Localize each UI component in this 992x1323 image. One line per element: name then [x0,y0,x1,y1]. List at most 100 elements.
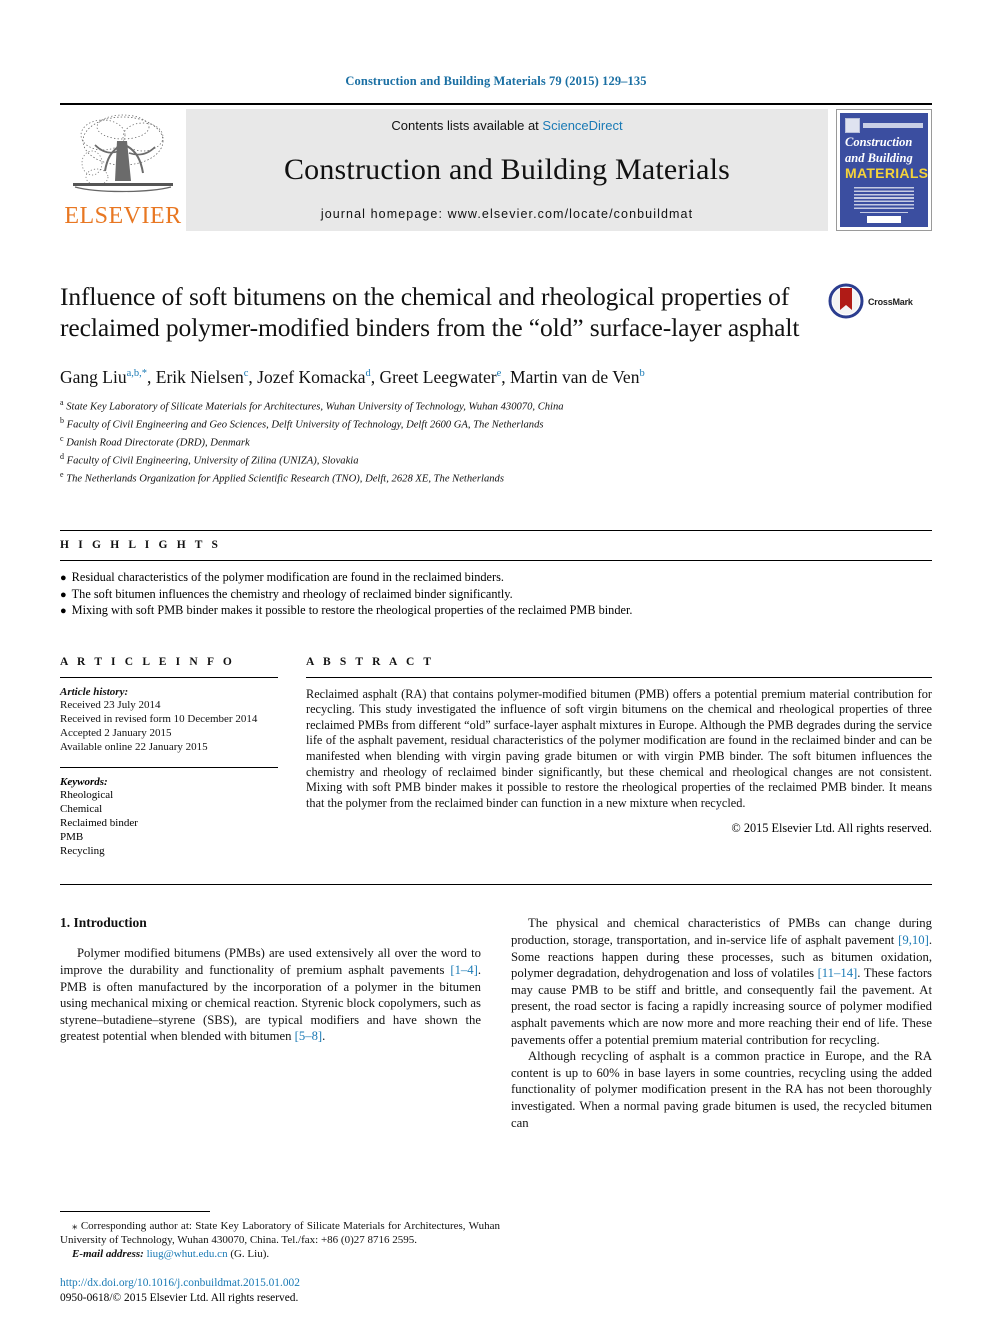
author-name: Martin van de Ven [510,366,640,387]
cover-line-3: MATERIALS [845,165,929,181]
paragraph-text: The physical and chemical characteristic… [511,916,932,948]
highlights-section: H I G H L I G H T S ● Residual character… [60,530,932,619]
citation-link[interactable]: [5–8] [295,1029,322,1043]
crossmark-badge[interactable]: CrossMark [828,281,932,343]
history-item: Received in revised form 10 December 201… [60,713,258,726]
email-link[interactable]: liug@whut.edu.cn [147,1248,228,1260]
author-4: Martin van de Venb [510,367,645,387]
citation-link[interactable]: [11–14] [818,966,858,980]
highlights-list: ● Residual characteristics of the polyme… [60,560,932,619]
history-item: Accepted 2 January 2015 [60,727,172,740]
body-separator-rule [60,884,932,886]
affiliation-text: Danish Road Directorate (DRD), Denmark [66,437,250,449]
affiliation-item: b Faculty of Civil Engineering and Geo S… [60,414,932,432]
highlight-item: ● The soft bitumen influences the chemis… [60,587,932,603]
author-marks: e [496,368,502,379]
body-paragraph: The physical and chemical characteristic… [511,915,932,1048]
article-history: Article history: Received 23 July 2014 R… [60,678,278,755]
elsevier-wordmark: ELSEVIER [64,203,182,229]
affiliation-mark: d [60,452,64,462]
affiliation-mark: e [60,470,64,480]
author-2: Jozef Komackad [257,367,371,387]
keyword-item: Recycling [60,844,105,857]
cover-line-1: Construction [845,135,913,149]
email-line: E-mail address: liug@whut.edu.cn (G. Liu… [60,1247,500,1261]
issn-copyright: 0950-0618/© 2015 Elsevier Ltd. All right… [60,1291,299,1304]
journal-masthead: ELSEVIER Contents lists available at Sci… [60,103,932,233]
abstract-text: Reclaimed asphalt (RA) that contains pol… [306,686,932,810]
footnote-block: ⁎ Corresponding author at: State Key Lab… [60,1211,500,1261]
footnote-rule [60,1211,210,1212]
keywords-label: Keywords: [60,775,108,788]
crossmark-icon [828,283,864,319]
author-0: Gang Liua,b,* [60,367,147,387]
cover-footer-rule [860,211,908,213]
article-info-column: A R T I C L E I N F O Article history: R… [60,656,306,859]
running-head: Construction and Building Materials 79 (… [345,74,647,88]
cover-line-2: and Building [845,151,913,165]
keyword-item: Rheological [60,789,114,802]
doi-link[interactable]: http://dx.doi.org/10.1016/j.conbuildmat.… [60,1276,300,1291]
affiliation-mark: b [60,415,64,425]
author-name: Erik Nielsen [155,366,244,387]
page-title: Influence of soft bitumens on the chemic… [60,282,800,342]
affiliation-item: e The Netherlands Organization for Appli… [60,468,932,486]
contents-list-line: Contents lists available at ScienceDirec… [391,118,622,133]
affiliation-text: Faculty of Civil Engineering and Geo Sci… [66,419,544,431]
author-marks: c [243,368,249,379]
citation-link[interactable]: [9,10] [898,933,929,947]
affiliation-text: State Key Laboratory of Silicate Materia… [66,401,564,413]
keyword-item: Reclaimed binder [60,817,138,830]
email-suffix: (G. Liu). [227,1248,270,1260]
affiliation-item: c Danish Road Directorate (DRD), Denmark [60,432,932,450]
crossmark-label: CrossMark [868,297,913,307]
highlights-heading: H I G H L I G H T S [60,539,222,552]
masthead-banner: Contents lists available at ScienceDirec… [186,109,828,231]
highlight-item: ● Mixing with soft PMB binder makes it p… [60,603,932,619]
keyword-item: Chemical [60,803,103,816]
author-name: Greet Leegwater [379,366,497,387]
author-list: Gang Liua,b,*, Erik Nielsenc, Jozef Koma… [60,366,645,387]
author-marks: b [639,368,645,379]
body-column-right: The physical and chemical characteristic… [511,915,932,1131]
article-first-page: Construction and Building Materials 79 (… [0,0,992,1323]
cover-rule [863,123,923,128]
author-1: Erik Nielsenc [156,367,249,387]
history-item: Available online 22 January 2015 [60,740,208,753]
paragraph-text: . [322,1029,326,1044]
bullet-icon: ● [60,588,67,601]
body-paragraph: Although recycling of asphalt is a commo… [511,1048,932,1131]
highlight-text: Mixing with soft PMB binder makes it pos… [71,603,633,618]
section-title-introduction: 1. Introduction [60,915,147,931]
cover-footer-logo [867,216,901,223]
email-label: E-mail address: [72,1248,144,1260]
citation-link[interactable]: [1–4] [450,963,477,977]
elsevier-tree-icon [73,114,173,193]
cover-footer [840,211,928,223]
bullet-icon: ● [60,605,67,618]
abstract-heading: A B S T R A C T [306,655,435,668]
author-name: Jozef Komacka [257,366,366,387]
body-paragraph: Polymer modified bitumens (PMBs) are use… [60,945,481,1045]
corresponding-author-note: ⁎ Corresponding author at: State Key Lab… [60,1219,500,1261]
cover-badge-icon [845,118,860,133]
imprint-block: http://dx.doi.org/10.1016/j.conbuildmat.… [60,1276,300,1305]
sciencedirect-link[interactable]: ScienceDirect [542,118,622,133]
article-history-label: Article history: [60,685,129,698]
paragraph-text: Although recycling of asphalt is a commo… [511,1049,932,1130]
bullet-icon: ● [60,572,67,585]
body-columns: 1. Introduction Polymer modified bitumen… [60,915,932,1131]
affiliation-mark: c [60,434,64,444]
affiliation-item: d Faculty of Civil Engineering, Universi… [60,450,932,468]
paragraph-text: Polymer modified bitumens (PMBs) are use… [60,946,481,978]
body-column-left: 1. Introduction Polymer modified bitumen… [60,915,481,1131]
cover-topbar [845,118,923,133]
author-marks: a,b,* [126,368,148,379]
affiliation-list: a State Key Laboratory of Silicate Mater… [60,396,932,487]
cover-art: Construction and Building MATERIALS [840,113,928,227]
keyword-item: PMB [60,830,84,843]
highlight-text: Residual characteristics of the polymer … [71,570,504,585]
journal-homepage-link[interactable]: journal homepage: www.elsevier.com/locat… [321,207,693,221]
journal-cover-thumbnail[interactable]: Construction and Building MATERIALS [836,109,932,231]
title-block: Influence of soft bitumens on the chemic… [60,281,932,343]
